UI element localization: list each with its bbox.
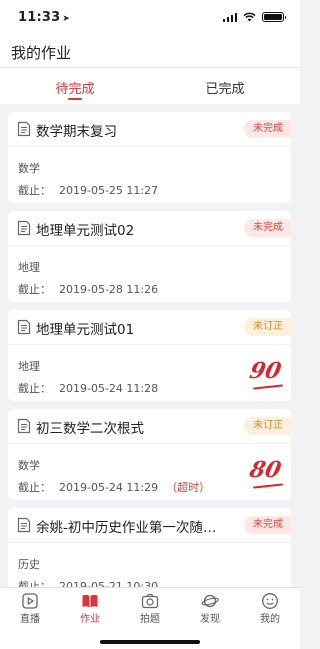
status-icons: [222, 12, 286, 22]
tab-strip: 待完成 已完成: [0, 68, 300, 104]
assignment-title: 余姚-初中历史作业第一次随堂…: [36, 520, 226, 536]
card-header: 数学期末复习 未完成: [8, 112, 291, 147]
status-badge: 未完成: [244, 219, 291, 237]
assignment-title: 初三数学二次根式: [36, 421, 144, 437]
status-badge: 未完成: [244, 516, 291, 534]
assignment-card[interactable]: 余姚-初中历史作业第一次随堂… 未完成 历史 截止：2019-05-21 10:…: [8, 508, 291, 599]
nav-item-photo-question[interactable]: 拍题: [120, 588, 180, 628]
status-bar: 11:33 ➤: [0, 0, 300, 34]
document-icon: [17, 319, 31, 335]
play-icon: [22, 593, 38, 609]
smiley-icon: [262, 593, 278, 609]
nav-item-live[interactable]: 直播: [0, 588, 60, 628]
document-icon: [17, 418, 31, 434]
nav-label: 作业: [80, 614, 100, 625]
assignment-deadline: 截止： 2019-05-28 11:26: [18, 283, 159, 296]
nav-label: 拍题: [140, 614, 160, 625]
book-icon: [82, 594, 98, 608]
score-underline: [252, 483, 284, 489]
nav-label: 发现: [200, 614, 220, 625]
page-title: 我的作业: [11, 44, 72, 62]
nav-item-homework[interactable]: 作业: [60, 588, 120, 628]
nav-label: 直播: [20, 614, 40, 625]
assignment-subject: 历史: [18, 558, 40, 571]
assignment-subject: 地理: [18, 360, 40, 373]
status-badge: 未订正: [244, 318, 291, 336]
status-badge: 未订正: [244, 417, 291, 435]
active-tab-indicator: [68, 98, 82, 100]
card-header: 余姚-初中历史作业第一次随堂… 未完成: [8, 508, 291, 543]
assignment-card[interactable]: 初三数学二次根式 未订正 数学 截止： 2019-05-24 11:29 （超时） …: [8, 409, 291, 500]
nav-item-discover[interactable]: 发现: [180, 588, 240, 628]
planet-icon: [201, 594, 219, 608]
assignment-subject: 数学: [18, 162, 40, 175]
assignment-subject: 地理: [18, 261, 40, 274]
status-badge: 未完成: [244, 120, 291, 138]
tab-completed[interactable]: 已完成: [185, 78, 265, 97]
camera-icon: [141, 593, 159, 609]
assignment-deadline: 截止： 2019-05-24 11:28: [18, 382, 159, 395]
score-mark: 90: [247, 358, 284, 384]
location-arrow-icon: ➤: [62, 13, 71, 24]
battery-icon: [262, 12, 286, 22]
page-header: 我的作业: [0, 34, 300, 68]
card-header: 地理单元测试02 未完成: [8, 211, 291, 246]
document-icon: [17, 220, 31, 236]
status-time: 11:33 ➤: [18, 9, 71, 25]
assignment-title: 地理单元测试01: [36, 322, 135, 338]
score-mark: 80: [247, 457, 284, 483]
home-indicator: [100, 640, 200, 644]
assignment-deadline: 截止： 2019-05-24 11:29 （超时）: [18, 481, 211, 494]
document-icon: [17, 517, 31, 533]
tab-pending[interactable]: 待完成: [35, 78, 115, 97]
card-header: 初三数学二次根式 未订正: [8, 409, 291, 444]
document-icon: [17, 121, 31, 137]
nav-item-profile[interactable]: 我的: [240, 588, 300, 628]
assignment-card[interactable]: 地理单元测试02 未完成 地理 截止： 2019-05-28 11:26: [8, 211, 291, 302]
score-underline: [252, 384, 284, 390]
assignment-title: 地理单元测试02: [36, 223, 135, 239]
assignment-title: 数学期末复习: [36, 124, 117, 140]
assignment-card[interactable]: 数学期末复习 未完成 数学 截止： 2019-05-25 11:27: [8, 112, 291, 203]
assignment-subject: 数学: [18, 459, 40, 472]
assignment-card[interactable]: 地理单元测试01 未订正 地理 截止： 2019-05-24 11:28 90: [8, 310, 291, 401]
cellular-signal-icon: [222, 12, 237, 22]
nav-label: 我的: [260, 614, 280, 625]
assignment-deadline: 截止： 2019-05-25 11:27: [18, 184, 159, 197]
wifi-icon: [243, 12, 256, 22]
card-header: 地理单元测试01 未订正: [8, 310, 291, 345]
overtime-label: （超时）: [166, 481, 211, 494]
